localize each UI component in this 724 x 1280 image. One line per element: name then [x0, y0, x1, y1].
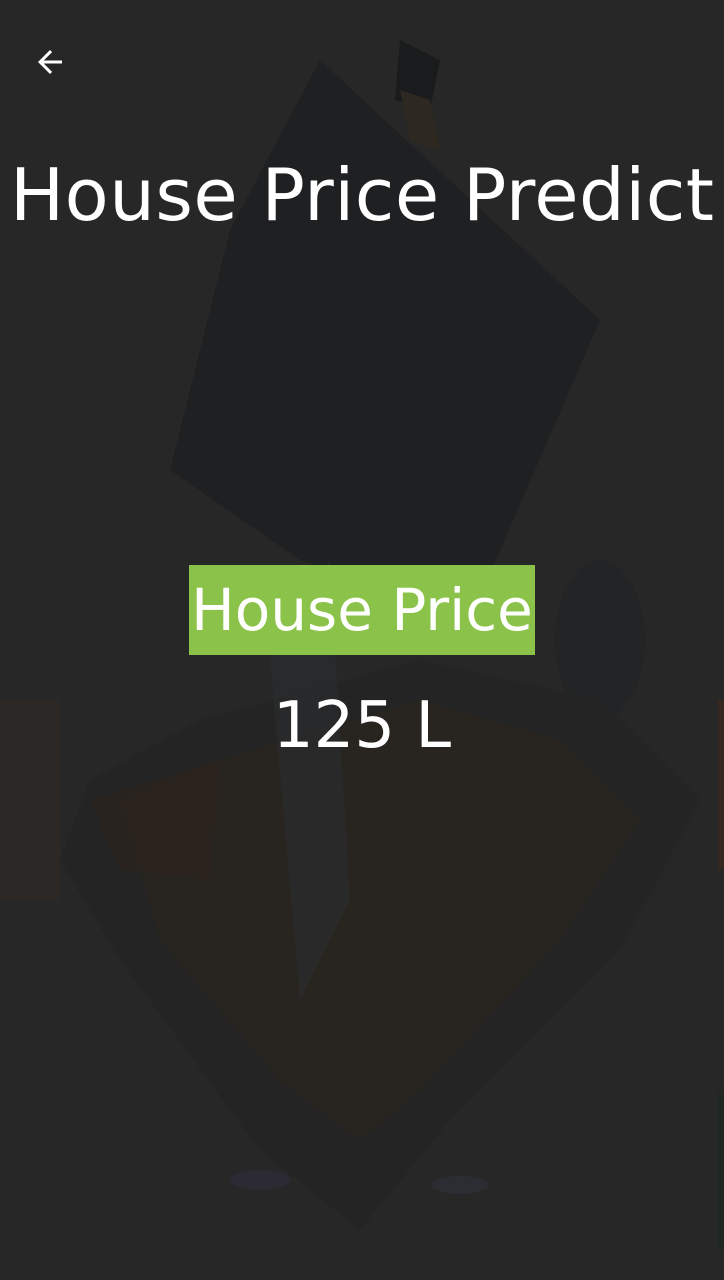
house-price-value: 125 L: [272, 689, 452, 763]
page-title: House Price Predict: [10, 153, 715, 237]
house-price-label: House Price: [189, 565, 535, 655]
arrow-back-icon: [32, 44, 68, 84]
back-button[interactable]: [18, 36, 82, 92]
prediction-result: House Price 125 L: [0, 565, 724, 761]
prediction-screen: House Price Predict House Price 125 L: [0, 0, 724, 1280]
